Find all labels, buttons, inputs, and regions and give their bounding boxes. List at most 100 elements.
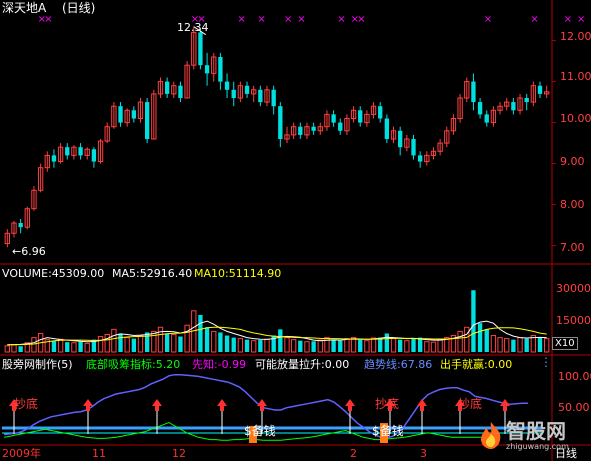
top-signal-marker: ×	[237, 14, 245, 25]
candle-body	[231, 89, 236, 98]
volume-bar	[524, 338, 529, 352]
volume-bar	[437, 339, 443, 353]
volume-bar	[384, 333, 390, 352]
candle-body	[271, 89, 276, 107]
price-tick: 12.00	[560, 30, 591, 43]
top-signal-marker: ×	[577, 14, 585, 25]
flame-logo-icon	[481, 422, 501, 449]
indicator-tick: 50.00	[558, 401, 590, 414]
volume-bar	[370, 337, 377, 353]
chart-period[interactable]: (日线)	[62, 2, 95, 15]
candle-body	[378, 106, 383, 119]
low-price-label: ←6.96	[12, 245, 46, 258]
volume-bar	[311, 341, 316, 352]
date-label: 2	[350, 447, 357, 460]
candle-body	[131, 110, 137, 119]
candle-body	[198, 32, 203, 66]
volume-bar	[358, 339, 363, 352]
volume-bar	[417, 337, 423, 352]
volume-bar	[131, 338, 137, 352]
volume-bar	[97, 336, 104, 353]
volume-bar	[471, 290, 476, 352]
candle-body	[258, 89, 263, 103]
volume-bar	[504, 338, 510, 353]
buy-arrow-icon	[152, 399, 162, 411]
buy-arrow-icon	[217, 399, 227, 411]
volume-bar	[57, 338, 64, 353]
volume-bar	[304, 341, 310, 353]
volume-bar	[237, 338, 244, 353]
volume-bar	[398, 339, 403, 352]
foreknow-value: 先知:-0.99	[192, 358, 247, 371]
volume-bar	[111, 328, 117, 353]
volume-bar	[457, 330, 463, 353]
volume-bar	[411, 338, 416, 352]
price-tick: 11.00	[560, 70, 591, 83]
volume-ma10-line	[7, 326, 547, 346]
buy-arrow-icon	[345, 399, 355, 411]
bottom-absorb-value: 底部吸筹指标:5.20	[86, 358, 181, 371]
price-tick: 10.00	[560, 112, 591, 125]
volume-bar	[298, 340, 303, 352]
stock-chart-window[interactable]: × × × × × × × × × × × × × × × 深天地A (日线) 12.34 ←6.96 12…	[0, 0, 591, 461]
volume-bar	[430, 341, 437, 353]
volume-bar	[264, 338, 270, 353]
chart-canvas[interactable]: ×× ×× × × × × × ×× × × × ×	[0, 0, 591, 461]
volume-bar	[204, 327, 210, 352]
volume-bar	[84, 342, 90, 353]
candle-body	[384, 118, 390, 139]
top-signal-marker: ×	[44, 14, 52, 25]
volume-bar	[424, 341, 430, 353]
volume-bar	[537, 337, 543, 352]
volume-bar	[317, 339, 323, 353]
volume-bar	[171, 334, 177, 353]
volume-bar	[497, 337, 503, 353]
volume-bar	[404, 340, 410, 353]
volume-bar	[338, 340, 343, 352]
date-label: 3	[420, 447, 427, 460]
volume-bar	[484, 329, 489, 352]
volume-bar	[104, 334, 110, 353]
volume-bar	[11, 344, 17, 353]
volume-bar	[350, 337, 357, 353]
volume-bar	[224, 335, 230, 352]
top-signal-marker: ×	[484, 14, 492, 25]
candle-body	[18, 223, 23, 228]
top-signal-marker: ×	[257, 14, 265, 25]
top-signal-marker: ×	[564, 14, 572, 25]
top-signal-marker: ×	[357, 14, 365, 25]
volume-bar	[231, 337, 236, 352]
candle-body	[164, 81, 170, 94]
volume-unit-badge: X10	[552, 337, 578, 350]
candle-body	[204, 65, 210, 74]
volume-bar	[4, 345, 10, 353]
volume-bar	[137, 335, 144, 353]
buy-signal-label: 抄底	[375, 397, 400, 411]
volume-bar	[184, 324, 190, 353]
indicator-name[interactable]: 股旁网制作(5)	[2, 358, 73, 371]
trend-line-value: 趋势线:67.86	[364, 358, 433, 371]
candle-body	[118, 106, 123, 123]
volume-bar	[544, 338, 550, 353]
date-label: 11	[92, 447, 106, 460]
indicator-menu-icon[interactable]: ⋮	[540, 356, 552, 369]
volume-bar	[464, 326, 470, 353]
volume-bar	[251, 340, 257, 353]
high-price-label: 12.34	[177, 21, 209, 34]
candle-body	[178, 85, 183, 98]
candle-body	[91, 149, 97, 162]
candle-body	[537, 85, 543, 94]
volume-bar	[65, 342, 70, 352]
top-signal-marker: ×	[530, 14, 538, 25]
buy-arrow-icon	[257, 399, 267, 411]
candle-body	[398, 130, 403, 148]
candle-body	[65, 147, 70, 156]
candle-body	[244, 85, 250, 94]
volume-bar	[244, 339, 250, 352]
volume-bar	[284, 337, 290, 353]
watermark-en: zhiguwang.com	[506, 442, 569, 451]
top-signal-marker: ×	[297, 14, 305, 25]
volume-bar	[278, 329, 283, 352]
volume-bar	[331, 339, 336, 352]
volume-bar	[164, 333, 170, 352]
